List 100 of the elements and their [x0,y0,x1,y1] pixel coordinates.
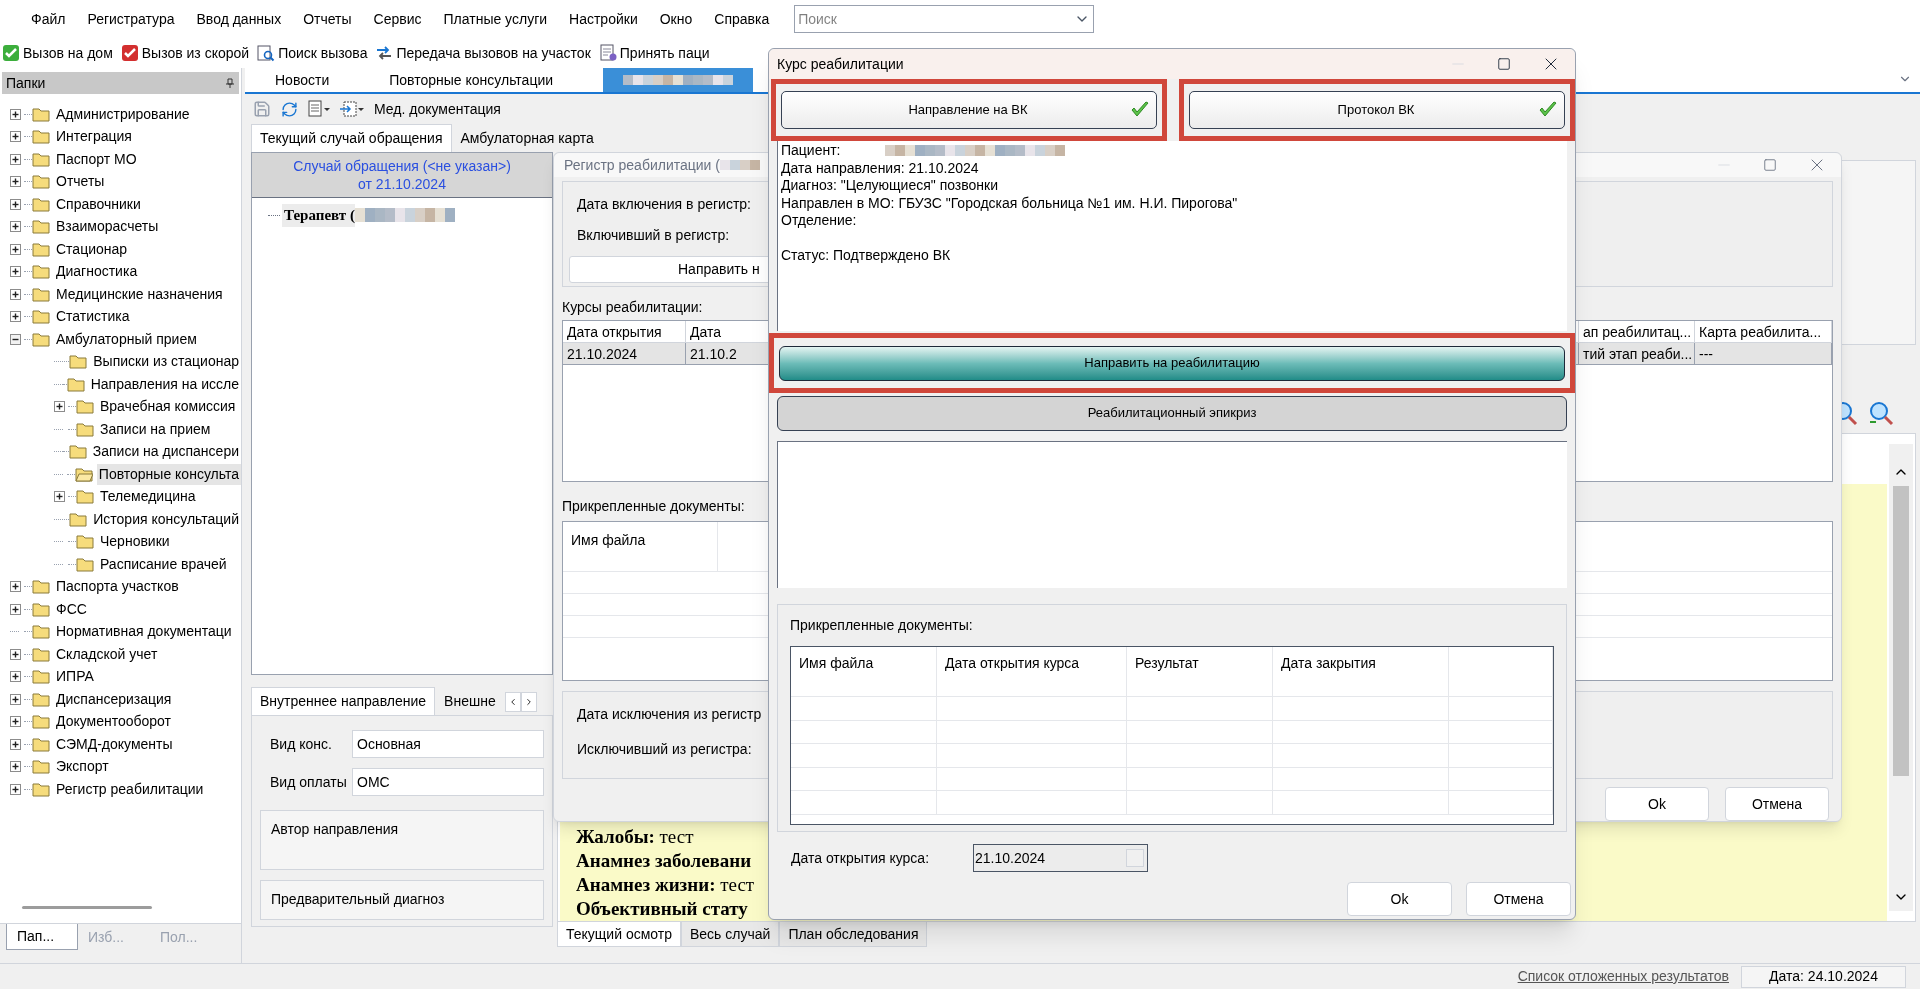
toolbar-label[interactable]: Мед. документация [374,98,501,120]
expand-icon[interactable] [10,221,21,233]
tree-item[interactable]: Экспорт [54,756,111,778]
tab[interactable]: Текущий осмотр [557,922,681,947]
action-button[interactable]: Направить на реабилитацию [779,345,1565,381]
tab[interactable]: Повторные консультации [359,68,584,92]
scrollbar[interactable] [1889,444,1913,911]
toolbar-button[interactable]: Поиск вызова [257,42,368,64]
tree-item[interactable]: Администрирование [54,103,192,125]
expand-icon[interactable] [10,311,21,323]
tree-item[interactable]: ИПРА [54,666,96,688]
tree-item[interactable]: Статистика [54,306,132,328]
tree-item[interactable]: Врачебная комиссия [98,396,238,418]
toolbar-button[interactable]: Вызов на дом [2,42,113,64]
action-button[interactable]: Реабилитационный эпикриз [777,395,1567,431]
tree-item[interactable]: Диагностика [54,261,140,283]
tree-item[interactable]: Направления на иссле [88,373,241,395]
expand-icon[interactable] [54,401,65,413]
menu-item[interactable]: Файл [20,8,77,30]
menu-item[interactable]: Ввод данных [185,8,293,30]
expand-icon[interactable] [10,108,21,120]
scrollbar-thumb[interactable] [1893,486,1909,776]
tree-item[interactable]: СЭМД-документы [54,733,175,755]
tab[interactable]: Внутреннее направление [251,687,436,715]
maximize-icon[interactable] [1497,57,1511,71]
menu-item[interactable]: Справка [703,8,781,30]
tree-item[interactable]: Амбулаторный прием [54,328,199,350]
zoom-out-icon[interactable] [1868,400,1894,426]
tab[interactable]: Пап... [6,924,78,950]
tree-item[interactable]: Регистр реабилитации [54,778,206,800]
expand-icon[interactable] [10,738,21,750]
expand-icon[interactable] [10,288,21,300]
expand-icon[interactable] [10,581,21,593]
tree-item[interactable]: Паспорт МО [54,148,139,170]
tab[interactable]: Новости [245,68,360,92]
tree-item[interactable]: Записи на диспансери [90,441,241,463]
tree-item[interactable]: Отчеты [54,171,107,193]
refresh-icon[interactable] [281,100,298,118]
tree-item[interactable]: ФСС [54,598,89,620]
toolbar-button[interactable]: Вызов из скорой [120,42,250,64]
ok-button[interactable]: Ok [1605,787,1709,821]
menu-item[interactable]: Окно [648,8,704,30]
expand-icon[interactable] [10,648,21,660]
link[interactable]: Список отложенных результатов [1517,966,1729,987]
tree-item[interactable]: История консультаций [91,508,241,530]
expand-icon[interactable] [10,198,21,210]
toolbar-button[interactable]: Принять паци [598,42,710,64]
tree-item[interactable]: Медицинские назначения [54,283,225,305]
expand-icon[interactable] [54,491,65,503]
expand-icon[interactable] [10,153,21,165]
tree-item[interactable]: Диспансеризация [54,688,174,710]
expand-icon[interactable] [10,671,21,683]
menu-item[interactable]: Регистратура [76,8,186,30]
expand-icon[interactable] [10,603,21,615]
menu-item[interactable]: Сервис [362,8,433,30]
tree-item[interactable]: Черновики [98,531,172,553]
step-button[interactable]: Протокол ВК [1189,91,1565,129]
expand-icon[interactable] [10,783,21,795]
tree-item[interactable]: Нормативная документаци [54,621,234,643]
tree-item[interactable]: Записи на прием [98,418,213,440]
expand-icon[interactable] [10,243,21,255]
tab[interactable]: Весь случай [681,922,780,947]
expand-icon[interactable] [10,131,21,143]
expand-icon[interactable] [10,716,21,728]
document-icon[interactable] [308,100,330,118]
tree-item[interactable]: Повторные консульта [96,463,241,485]
date-field[interactable]: 21.10.2024 [973,844,1148,872]
search-field[interactable]: Поиск [794,5,1095,33]
expand-icon[interactable] [10,761,21,773]
tab[interactable] [603,68,754,92]
menu-item[interactable]: Отчеты [292,8,363,30]
select-field[interactable]: ОМС [352,768,544,796]
cancel-button[interactable]: Отмена [1725,787,1829,821]
expand-icon[interactable] [10,693,21,705]
step-button[interactable]: Направление на ВК [781,91,1157,129]
tree-item[interactable]: Документооборот [54,711,173,733]
tree-item[interactable]: Складской учет [54,643,160,665]
tree-item[interactable]: Телемедицина [98,486,198,508]
menu-item[interactable]: Настройки [558,8,649,30]
tree-item[interactable]: Взаиморасчеты [54,216,161,238]
export-icon[interactable] [340,100,364,118]
menu-item[interactable]: Платные услуги [432,8,559,30]
tree-item[interactable]: Стационар [54,238,130,260]
tree-item[interactable]: Расписание врачей [98,553,229,575]
tree-item[interactable]: Справочники [54,193,143,215]
ok-button[interactable]: Ok [1347,882,1452,916]
tree-item[interactable]: Терапевт ( [282,204,355,227]
scrollbar-thumb[interactable] [22,906,152,909]
expand-icon[interactable] [10,266,21,278]
tree-item[interactable]: Выписки из стационар [91,351,241,373]
cancel-button[interactable]: Отмена [1466,882,1571,916]
tab[interactable]: План обследования [779,922,928,947]
tree-item[interactable]: Паспорта участков [54,576,181,598]
collapse-icon[interactable] [10,333,21,345]
pin-icon[interactable] [225,78,235,88]
tree-item[interactable]: Интеграция [54,126,134,148]
toolbar-button[interactable]: Передача вызовов на участок [375,42,591,64]
tab[interactable]: Текущий случай обращения [251,124,452,152]
select-field[interactable]: Основная [352,730,544,758]
expand-icon[interactable] [10,176,21,188]
